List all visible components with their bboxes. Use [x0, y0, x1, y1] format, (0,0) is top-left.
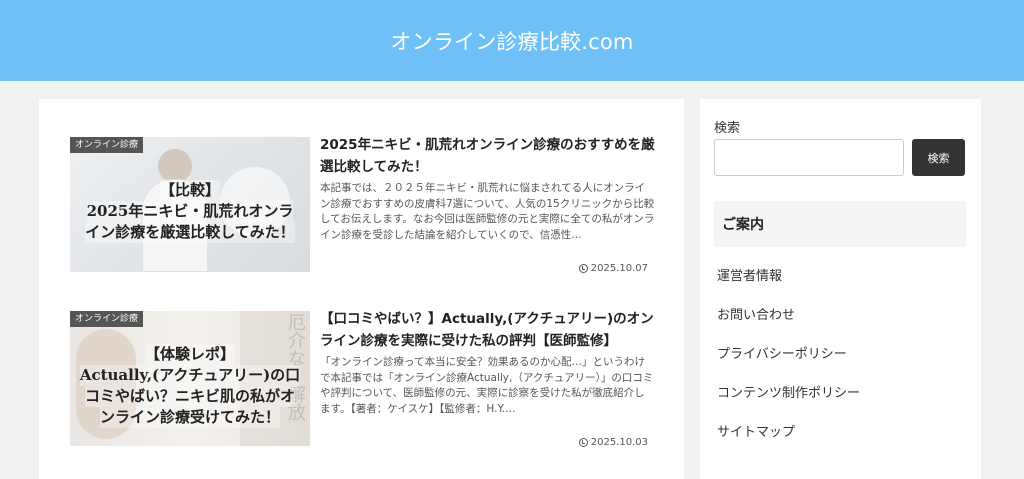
post-title[interactable]: 【口コミやばい？】Actually,(アクチュアリー)のオンライン診療を実際に受… — [320, 308, 660, 352]
menu-item-contact[interactable]: お問い合わせ — [714, 296, 966, 335]
menu-item-sitemap[interactable]: サイトマップ — [714, 413, 966, 452]
post-thumbnail[interactable]: オンライン診療 【比較】 2025年ニキビ・肌荒れオンラ イン診療を厳選比較して… — [70, 137, 310, 272]
clock-icon — [578, 264, 588, 273]
guide-menu: 運営者情報 お問い合わせ プライバシーポリシー コンテンツ制作ポリシー サイトマ… — [714, 257, 966, 452]
site-title[interactable]: オンライン診療比較.com — [390, 26, 633, 56]
clock-icon — [578, 438, 588, 447]
widget-title: ご案内 — [714, 201, 966, 247]
category-label: オンライン診療 — [70, 137, 144, 153]
site-header: オンライン診療比較.com — [0, 0, 1024, 81]
post-title[interactable]: 2025年ニキビ・肌荒れオンライン診療のおすすめを厳選比較してみた！ — [320, 134, 660, 178]
search-label: 検索 — [714, 121, 741, 136]
post-date: 2025.10.07 — [578, 263, 648, 274]
post-date: 2025.10.03 — [578, 437, 648, 448]
menu-item-privacy-policy[interactable]: プライバシーポリシー — [714, 335, 966, 374]
category-label: オンライン診療 — [70, 311, 144, 327]
menu-item-operator-info[interactable]: 運営者情報 — [714, 257, 966, 296]
sidebar: 検索 検索 ご案内 運営者情報 お問い合わせ プライバシーポリシー コンテンツ制… — [700, 99, 981, 479]
thumbnail-caption: 【体験レポ】 Actually,(アクチュアリー)の口 コミやばい？ニキビ肌の私… — [79, 343, 301, 428]
post-thumbnail[interactable]: 厄介な 解放 オンライン診療 【体験レポ】 Actually,(アクチュアリー)… — [70, 311, 310, 446]
thumbnail-caption: 【比較】 2025年ニキビ・肌荒れオンラ イン診療を厳選比較してみた！ — [85, 180, 295, 243]
post-excerpt: 「オンライン診療って本当に安全？効果あるのか心配…」というわけで本記事では「オン… — [320, 356, 654, 415]
search-input[interactable] — [714, 139, 904, 176]
menu-item-content-policy[interactable]: コンテンツ制作ポリシー — [714, 374, 966, 413]
main-content: オンライン診療 【比較】 2025年ニキビ・肌荒れオンラ イン診療を厳選比較して… — [39, 99, 684, 479]
post-excerpt: 本記事では、２０２５年ニキビ・肌荒れに悩まされてる人にオンライン診療でおすすめの… — [320, 182, 655, 241]
search-button[interactable]: 検索 — [912, 139, 965, 176]
